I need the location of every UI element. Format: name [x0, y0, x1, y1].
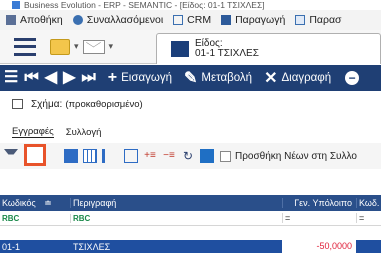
sort-ascending-icon[interactable]: +≡ [143, 149, 157, 163]
schema-bar: Σχήμα: (προκαθορισμένο) [0, 95, 381, 113]
list-menu-icon[interactable] [14, 37, 36, 56]
cell-description[interactable]: ΤΣΙΧΛΕΣ [70, 242, 282, 252]
grid-toolbar: +≡ −≡ ↻ Προσθήκη Νέων στη Συλλο [0, 143, 381, 169]
document-tab[interactable]: Είδος: 01-1 ΤΣΙΧΛΕΣ [156, 33, 381, 64]
item-document-icon [171, 41, 189, 57]
add-new-to-collection-checkbox[interactable] [220, 150, 231, 162]
tab-records[interactable]: Εγγραφές [12, 126, 54, 138]
action-bar: ☰ ⏮ ◀ ▶ ⏭ + Εισαγωγή ✎ Μεταβολή ✕ Διαγρα… [0, 65, 381, 91]
filter-icon[interactable] [4, 149, 18, 163]
app-icon [12, 1, 20, 9]
delete-label: Διαγραφή [281, 72, 332, 84]
add-new-to-collection-label: Προσθήκη Νέων στη Συλλο [235, 150, 357, 162]
delete-button[interactable]: ✕ Διαγραφή [264, 68, 331, 88]
crm-icon [173, 15, 184, 25]
sort-descending-icon[interactable]: −≡ [162, 149, 176, 163]
excel-icon[interactable] [200, 149, 214, 163]
menu-item-label: Παραγωγή [235, 14, 286, 26]
refresh-icon[interactable]: ↻ [181, 149, 195, 163]
modify-button[interactable]: ✎ Μεταβολή [184, 68, 252, 88]
document-tab-subtitle: 01-1 ΤΣΙΧΛΕΣ [195, 48, 259, 59]
tab-collection[interactable]: Συλλογή [66, 127, 102, 138]
menu-item-warehouse[interactable]: Αποθήκη [6, 14, 63, 26]
grid-header-row: Κωδικός ≐ Περιγραφή Γεν. Υπόλοιπο Κωδ. [0, 195, 381, 211]
cell-code[interactable]: 01-1 [0, 242, 70, 252]
title-bar: Business Evolution - ERP - SEMANTIC - [Ε… [0, 0, 381, 10]
schema-label: Σχήμα: [31, 98, 63, 110]
menu-item-label: CRM [187, 14, 212, 26]
active-filter-highlight [24, 144, 46, 166]
close-icon: ✕ [264, 70, 278, 87]
grid-filter-row: RBC RBC = = [0, 211, 381, 226]
document-tab-label: Είδος: 01-1 ΤΣΙΧΛΕΣ [195, 39, 259, 59]
menu-item-label: Παρασ [309, 14, 342, 26]
window-title: Business Evolution - ERP - SEMANTIC - [Ε… [24, 0, 265, 10]
cell-balance[interactable]: -50,0000 [282, 240, 356, 253]
chevron-down-icon[interactable]: ▾ [74, 41, 79, 52]
insert-label: Εισαγωγή [121, 72, 172, 84]
document-icon [295, 15, 306, 25]
last-record-icon[interactable]: ⏭ [81, 65, 95, 91]
code-filter-cell[interactable]: RBC [0, 214, 70, 223]
minus-circle-icon[interactable]: − [345, 71, 360, 85]
schema-dropdown[interactable]: (προκαθορισμένο) [65, 99, 142, 110]
people-icon [72, 15, 83, 25]
columns-icon[interactable] [124, 149, 138, 163]
chevron-down-icon[interactable]: ▾ [109, 41, 114, 52]
grid-spacer [0, 226, 381, 240]
edit-icon: ✎ [183, 70, 198, 87]
next-record-icon[interactable]: ▶ [63, 65, 75, 91]
description-filter-cell[interactable]: RBC [70, 213, 282, 223]
copy-icon[interactable] [64, 149, 78, 163]
table-row[interactable]: 01-1 ΤΣΙΧΛΕΣ -50,0000 [0, 240, 381, 253]
subtabs: Εγγραφές Συλλογή [0, 124, 381, 140]
column-header-code2[interactable]: Κωδ. [356, 198, 381, 208]
column-header-description[interactable]: Περιγραφή [70, 198, 282, 208]
modify-label: Μεταβολή [201, 72, 253, 84]
grid-icon[interactable] [83, 149, 97, 163]
records-grid: Κωδικός ≐ Περιγραφή Γεν. Υπόλοιπο Κωδ. R… [0, 195, 381, 253]
folder-icon[interactable] [50, 38, 70, 55]
menu-item-label: Αποθήκη [20, 14, 63, 26]
code2-filter-cell[interactable]: = [356, 213, 381, 223]
schema-icon[interactable] [12, 99, 23, 109]
first-record-icon[interactable]: ⏮ [24, 65, 38, 91]
previous-record-icon[interactable]: ◀ [45, 65, 57, 91]
menu-item-production[interactable]: Παραγωγή [221, 14, 285, 26]
column-header-code[interactable]: Κωδικός ≐ [0, 198, 70, 209]
menu-item-documents[interactable]: Παρασ [295, 14, 342, 26]
plus-icon: + [107, 69, 118, 86]
balance-filter-cell[interactable]: = [282, 213, 356, 223]
mail-icon[interactable] [82, 39, 105, 54]
menu-item-contacts[interactable]: Συναλλασόμενοι [72, 14, 164, 26]
list-view-icon[interactable]: ☰ [4, 65, 18, 91]
add-column-icon[interactable] [102, 149, 116, 163]
production-icon [221, 15, 232, 25]
sort-icon[interactable]: ≐ [44, 198, 52, 208]
column-header-label: Κωδικός [2, 197, 36, 208]
column-header-balance[interactable]: Γεν. Υπόλοιπο [282, 198, 356, 208]
menu-item-crm[interactable]: CRM [173, 14, 211, 26]
insert-button[interactable]: + Εισαγωγή [108, 69, 172, 87]
menu-bar: Αποθήκη Συναλλασόμενοι CRM Παραγωγή Παρα… [0, 10, 381, 30]
menu-item-label: Συναλλασόμενοι [86, 14, 164, 26]
warehouse-icon [6, 15, 16, 25]
